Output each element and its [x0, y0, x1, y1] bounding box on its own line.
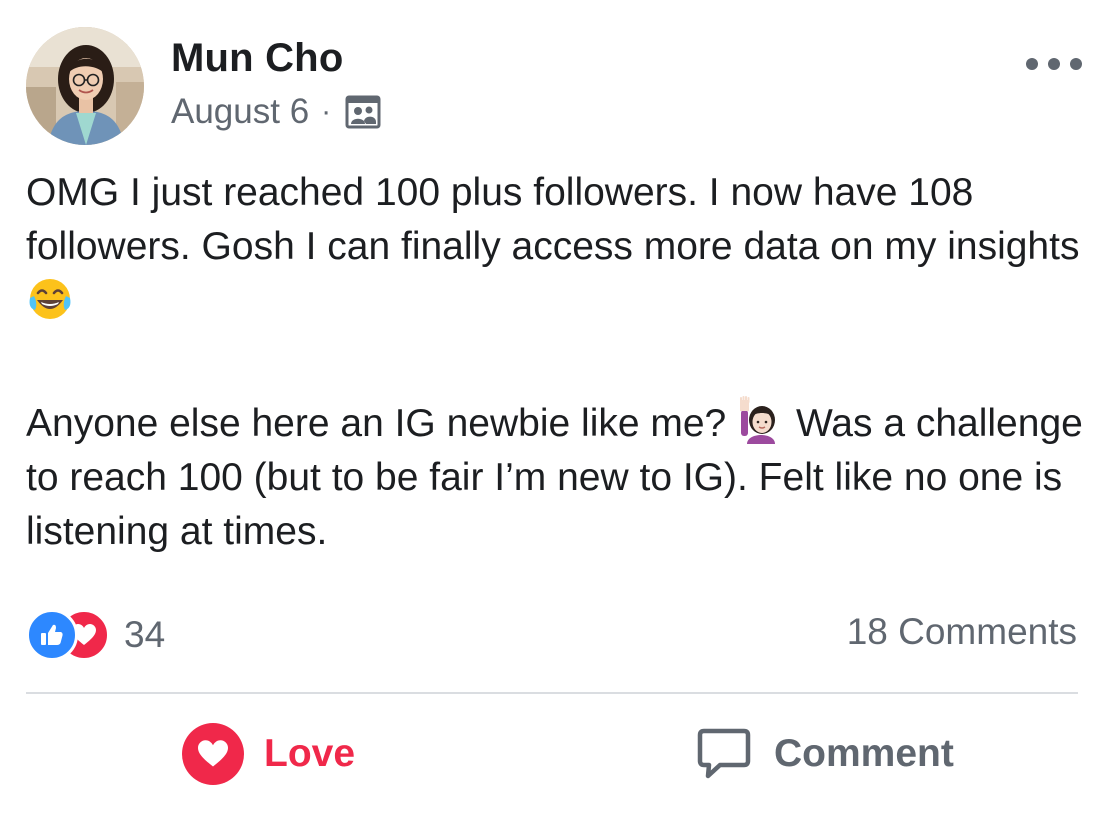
- more-options-icon[interactable]: [1026, 52, 1082, 76]
- more-dot: [1070, 58, 1082, 70]
- avatar-image: [26, 27, 144, 145]
- author-name[interactable]: Mun Cho: [171, 36, 343, 81]
- comment-button-label: Comment: [774, 732, 954, 775]
- comment-button[interactable]: Comment: [696, 722, 954, 786]
- reaction-count: 34: [124, 614, 166, 655]
- post-paragraph: OMG I just reached 100 plus followers. I…: [26, 166, 1086, 329]
- post-paragraph: Anyone else here an IG newbie like me? W…: [26, 396, 1086, 559]
- person-raising-hand-icon: [737, 396, 785, 444]
- post-meta: August 6 ·: [171, 92, 381, 132]
- divider: [26, 692, 1078, 694]
- post-text: OMG I just reached 100 plus followers. I…: [26, 166, 1086, 559]
- face-with-tears-of-joy-icon: [26, 274, 74, 322]
- comments-count-link[interactable]: 18 Comments: [847, 611, 1077, 653]
- more-dot: [1048, 58, 1060, 70]
- post-date[interactable]: August 6: [171, 92, 309, 132]
- reactions-summary[interactable]: 34: [26, 609, 166, 661]
- meta-separator: ·: [321, 95, 332, 128]
- heart-icon: [182, 723, 244, 785]
- more-dot: [1026, 58, 1038, 70]
- avatar[interactable]: [26, 27, 144, 145]
- post-card: Mun Cho August 6 · OMG I just reached 10…: [0, 0, 1110, 813]
- comment-bubble-icon: [696, 727, 752, 781]
- like-icon: [26, 609, 78, 661]
- group-icon: [345, 95, 381, 129]
- post-text-line2-part1: Anyone else here an IG newbie like me?: [26, 402, 727, 445]
- love-button-label: Love: [264, 732, 356, 775]
- post-text-line1: OMG I just reached 100 plus followers. I…: [26, 171, 1080, 268]
- love-button[interactable]: Love: [182, 722, 355, 786]
